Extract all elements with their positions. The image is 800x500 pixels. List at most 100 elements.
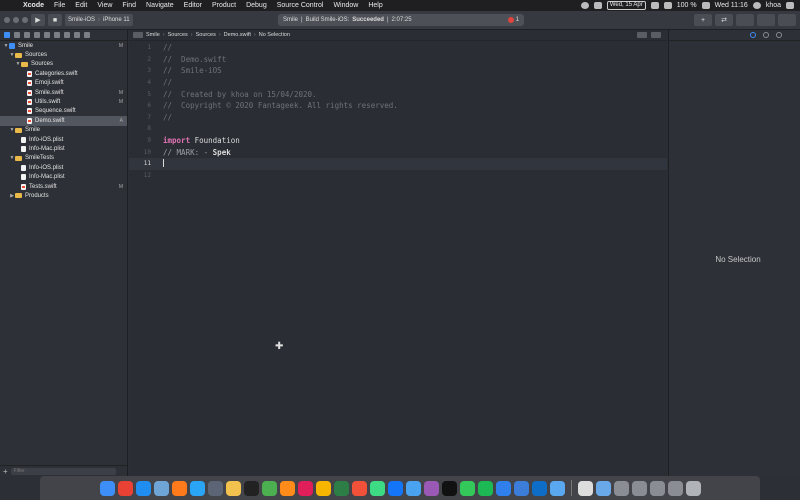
editor-options-icon[interactable]: [637, 32, 647, 38]
navigator-file[interactable]: Demo.swift A: [0, 116, 127, 126]
menu-editor[interactable]: Editor: [179, 2, 207, 9]
quick-help-tab-icon[interactable]: [776, 32, 782, 38]
code-line[interactable]: 11: [129, 157, 667, 170]
breadcrumb-folder[interactable]: Sources: [168, 32, 188, 38]
related-items-icon[interactable]: [133, 32, 143, 38]
record-icon[interactable]: [580, 2, 589, 9]
code-text[interactable]: // MARK: - Spek: [155, 148, 231, 157]
navigator-group[interactable]: ▼ Smile: [0, 126, 127, 135]
sourcetree-icon[interactable]: [333, 480, 349, 496]
filter-input[interactable]: [10, 467, 116, 475]
menu-file[interactable]: File: [49, 2, 70, 9]
issue-tab-icon[interactable]: [44, 32, 50, 38]
code-text[interactable]: // Created by khoa on 15/04/2020.: [155, 90, 317, 99]
library-button[interactable]: +: [694, 14, 712, 26]
stop-button[interactable]: ■: [48, 14, 62, 26]
mail-icon[interactable]: [495, 480, 511, 496]
menu-find[interactable]: Find: [117, 2, 141, 9]
line-number[interactable]: 10: [129, 149, 155, 156]
trash-icon[interactable]: [685, 480, 701, 496]
window-icon[interactable]: [631, 480, 647, 496]
activity-icon[interactable]: [261, 480, 277, 496]
code-area[interactable]: 1//2// Demo.swift 3// Smile-iOS 4//5// Cre…: [129, 42, 667, 181]
source-editor[interactable]: Smile › Sources › Sources › Demo.swift ›…: [129, 30, 667, 476]
user-name[interactable]: khoa: [766, 2, 781, 9]
vscode-icon[interactable]: [531, 480, 547, 496]
menu-navigate[interactable]: Navigate: [141, 2, 179, 9]
navigator-file[interactable]: Info-Mac.plist: [0, 172, 127, 181]
test-tab-icon[interactable]: [54, 32, 60, 38]
firefox-icon[interactable]: [171, 480, 187, 496]
slack-icon[interactable]: [297, 480, 313, 496]
instruments-icon[interactable]: [513, 480, 529, 496]
battery-label[interactable]: 100 %: [677, 2, 697, 9]
breadcrumb-project[interactable]: Smile: [146, 32, 160, 38]
breadcrumb-group[interactable]: Sources: [196, 32, 216, 38]
navigator-file[interactable]: Categories.swift: [0, 69, 127, 78]
finder-icon[interactable]: [99, 480, 115, 496]
code-text[interactable]: //: [155, 113, 172, 122]
navigator-file[interactable]: Emoji.swift: [0, 79, 127, 88]
menu-edit[interactable]: Edit: [70, 2, 92, 9]
navigator-group[interactable]: ▼ Sources: [0, 50, 127, 59]
sketch-icon[interactable]: [315, 480, 331, 496]
line-number[interactable]: 8: [129, 125, 155, 132]
menu-source-control[interactable]: Source Control: [272, 2, 329, 9]
folder-icon[interactable]: [405, 480, 421, 496]
simulator-icon[interactable]: [207, 480, 223, 496]
find-tab-icon[interactable]: [34, 32, 40, 38]
navigator-group[interactable]: ▶ Products: [0, 191, 127, 200]
line-number[interactable]: 4: [129, 79, 155, 86]
source-control-tab-icon[interactable]: [14, 32, 20, 38]
toggle-debug-button[interactable]: [757, 14, 775, 26]
code-line[interactable]: 9 import Foundation: [129, 135, 667, 147]
code-text[interactable]: import Foundation: [155, 136, 240, 145]
code-text[interactable]: //: [155, 43, 172, 52]
navigator-file[interactable]: Info-iOS.plist: [0, 163, 127, 172]
project-navigator-tab-icon[interactable]: [4, 32, 10, 38]
line-number[interactable]: 6: [129, 102, 155, 109]
navigator-file[interactable]: Utils.swift M: [0, 97, 127, 106]
xcode-icon[interactable]: [135, 480, 151, 496]
code-line[interactable]: 7//: [129, 112, 667, 124]
navigator-group[interactable]: ▼ Smile M: [0, 41, 127, 50]
menu-product[interactable]: Product: [207, 2, 241, 9]
code-line[interactable]: 8: [129, 123, 667, 135]
code-line[interactable]: 6// Copyright © 2020 Fantageek. All righ…: [129, 100, 667, 112]
line-number[interactable]: 3: [129, 67, 155, 74]
window-icon[interactable]: [667, 480, 683, 496]
window-icon[interactable]: [613, 480, 629, 496]
toggle-navigator-button[interactable]: [736, 14, 754, 26]
keyboard-icon[interactable]: [577, 480, 593, 496]
code-line[interactable]: 2// Demo.swift: [129, 54, 667, 66]
debug-tab-icon[interactable]: [64, 32, 70, 38]
preview-icon[interactable]: [153, 480, 169, 496]
app-menu[interactable]: Xcode: [18, 2, 49, 9]
split-editor-icon[interactable]: [651, 32, 661, 38]
scheme-selector[interactable]: Smile-iOS › iPhone 11: [65, 14, 133, 26]
line-number[interactable]: 7: [129, 114, 155, 121]
code-text[interactable]: // Demo.swift: [155, 55, 226, 64]
window-icon[interactable]: [649, 480, 665, 496]
navigator-file[interactable]: Sequence.swift: [0, 107, 127, 116]
search-icon[interactable]: [752, 2, 761, 9]
error-indicator[interactable]: 1: [507, 17, 519, 23]
symbol-tab-icon[interactable]: [24, 32, 30, 38]
line-number[interactable]: 2: [129, 56, 155, 63]
tray-app-icon[interactable]: [593, 2, 602, 9]
line-number[interactable]: 12: [129, 172, 155, 179]
menu-window[interactable]: Window: [328, 2, 363, 9]
run-button[interactable]: ▶: [31, 14, 45, 26]
folder-icon[interactable]: [549, 480, 565, 496]
code-text[interactable]: // Copyright © 2020 Fantageek. All right…: [155, 101, 398, 110]
date-badge[interactable]: Wed, 15 Apr: [606, 1, 646, 10]
toggle-inspector-button[interactable]: [778, 14, 796, 26]
terminal-icon[interactable]: [243, 480, 259, 496]
menu-help[interactable]: Help: [363, 2, 387, 9]
zoom-window-button[interactable]: [22, 17, 28, 23]
code-text[interactable]: // Smile-iOS: [155, 66, 222, 75]
code-review-button[interactable]: ⇄: [715, 14, 733, 26]
sublime-icon[interactable]: [279, 480, 295, 496]
add-file-icon[interactable]: +: [3, 467, 8, 476]
navigator-group[interactable]: ▼ Sources: [0, 60, 127, 69]
